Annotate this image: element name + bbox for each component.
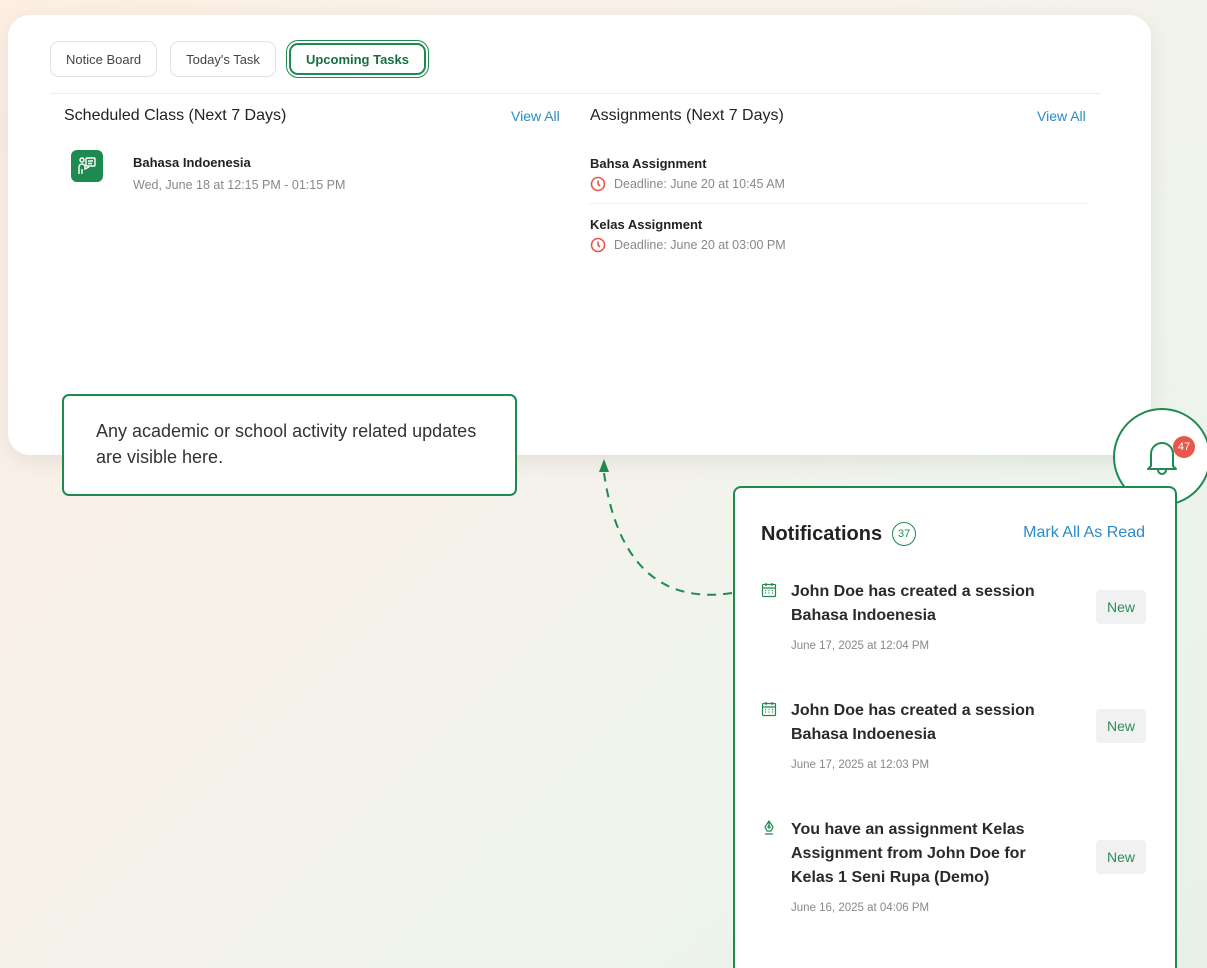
notifications-count-badge: 37 — [892, 522, 917, 546]
assignment-name: Bahsa Assignment — [590, 156, 707, 171]
new-badge: New — [1096, 590, 1146, 624]
tab-upcoming-tasks[interactable]: Upcoming Tasks — [288, 43, 426, 75]
notification-date: June 16, 2025 at 04:06 PM — [791, 902, 930, 914]
assignments-title: Assignments (Next 7 Days) — [590, 107, 784, 124]
new-badge: New — [1096, 709, 1146, 743]
assignment-name: Kelas Assignment — [590, 217, 703, 232]
notifications-title: Notifications — [761, 522, 883, 545]
mark-all-read-link[interactable]: Mark All As Read — [1023, 524, 1145, 542]
assignment-divider — [590, 203, 1088, 204]
assignment-item[interactable]: Kelas Assignment Deadline: June 20 at 03… — [590, 217, 1090, 253]
new-badge: New — [1096, 840, 1146, 874]
scheduled-class-time: Wed, June 18 at 12:15 PM - 01:15 PM — [133, 178, 346, 192]
notifications-header: Notifications 37 — [761, 522, 917, 546]
teacher-board-icon — [71, 150, 103, 182]
clock-icon — [590, 176, 606, 192]
tabs-divider — [50, 93, 1101, 94]
scheduled-class-title: Scheduled Class (Next 7 Days) — [64, 107, 287, 124]
scheduled-class-name[interactable]: Bahasa Indoenesia — [133, 155, 251, 170]
notification-message: John Doe has created a session Bahasa In… — [791, 702, 1035, 743]
notification-message: You have an assignment Kelas Assignment … — [791, 821, 1026, 886]
notifications-panel: Notifications 37 Mark All As Read John D… — [733, 486, 1177, 968]
tab-todays-task[interactable]: Today's Task — [170, 41, 276, 77]
notification-item[interactable]: You have an assignment Kelas Assignment … — [761, 818, 1146, 914]
calendar-icon — [761, 580, 791, 603]
clock-icon — [590, 237, 606, 253]
assignment-deadline: Deadline: June 20 at 03:00 PM — [614, 238, 786, 252]
assignments-view-all-link[interactable]: View All — [1037, 108, 1086, 124]
pen-nib-icon — [761, 818, 791, 841]
scheduled-view-all-link[interactable]: View All — [511, 108, 560, 124]
notification-item[interactable]: John Doe has created a session Bahasa In… — [761, 699, 1146, 771]
calendar-icon — [761, 699, 791, 722]
tab-notice-board[interactable]: Notice Board — [50, 41, 158, 77]
notification-date: June 17, 2025 at 12:03 PM — [791, 759, 930, 771]
tab-bar: Notice Board Today's Task Upcoming Tasks — [50, 41, 426, 77]
assignment-deadline: Deadline: June 20 at 10:45 AM — [614, 177, 785, 191]
tooltip-callout: Any academic or school activity related … — [62, 394, 517, 496]
notification-message: John Doe has created a session Bahasa In… — [791, 583, 1035, 624]
dashed-arrow — [599, 459, 733, 596]
assignment-item[interactable]: Bahsa Assignment Deadline: June 20 at 10… — [590, 156, 1090, 192]
bell-count-badge: 47 — [1173, 436, 1195, 458]
upcoming-tasks-card: Notice Board Today's Task Upcoming Tasks… — [8, 15, 1151, 455]
notification-item[interactable]: John Doe has created a session Bahasa In… — [761, 580, 1146, 652]
notification-date: June 17, 2025 at 12:04 PM — [791, 640, 930, 652]
